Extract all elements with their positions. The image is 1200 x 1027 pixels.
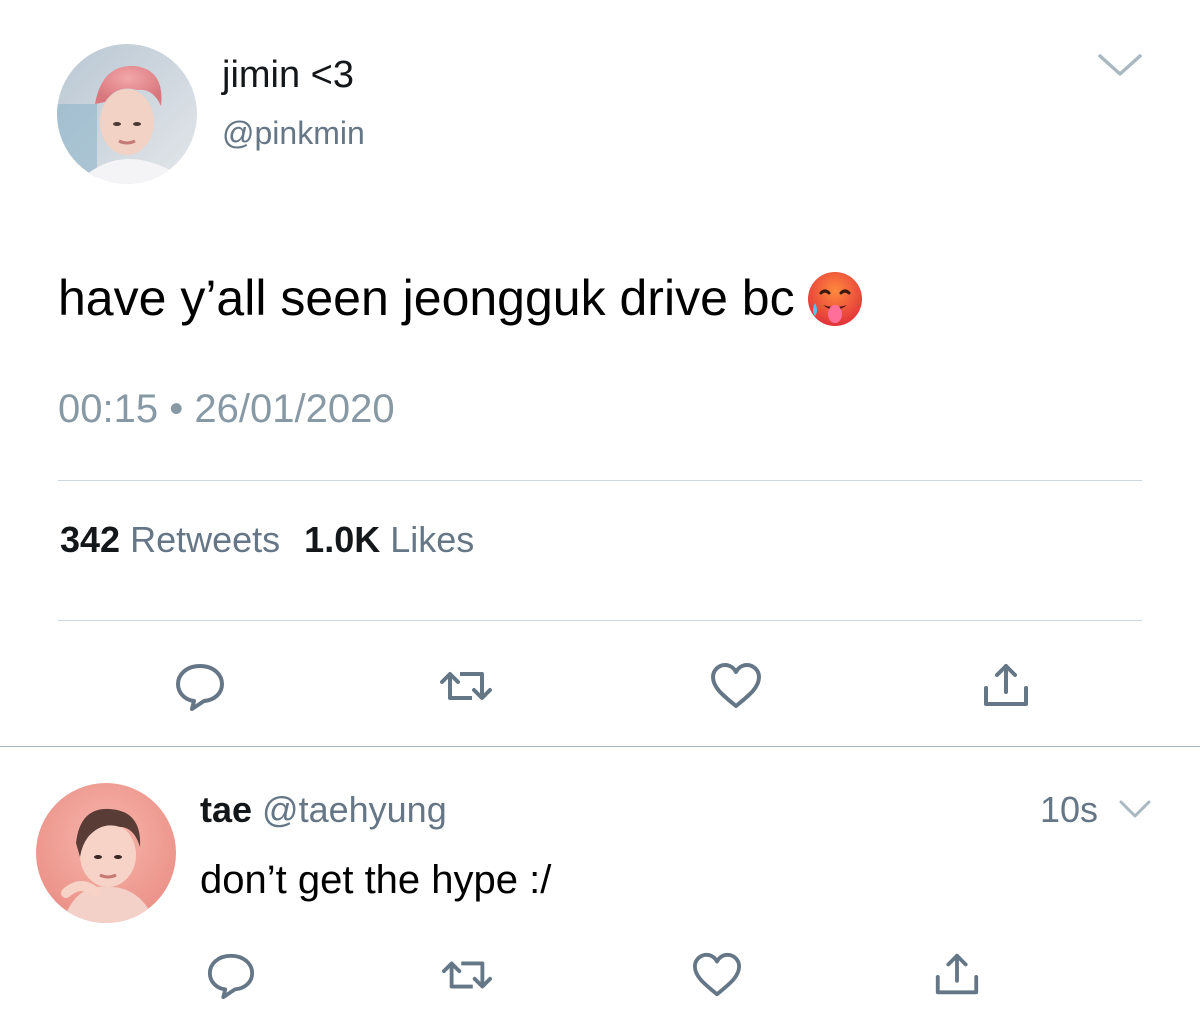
divider [0, 746, 1200, 747]
reply-handle[interactable]: @taehyung [262, 789, 447, 830]
reply-button[interactable] [204, 950, 258, 1000]
avatar-photo [36, 783, 176, 923]
reply-icon [207, 953, 255, 1000]
retweet-count: 342 [60, 519, 121, 560]
like-icon [692, 952, 742, 997]
user-handle[interactable]: @pinkmin [222, 113, 365, 153]
divider [58, 480, 1142, 481]
retweet-icon [440, 672, 492, 700]
reply-button[interactable] [172, 660, 228, 712]
chevron-down-icon[interactable] [1118, 798, 1152, 822]
likes-stat[interactable]: 1.0K Likes [304, 519, 498, 560]
tweet-text: have y’all seen jeongguk drive bc [58, 266, 865, 330]
retweet-icon [442, 961, 492, 989]
reply-display-name[interactable]: tae [200, 789, 252, 830]
tweet-timestamp[interactable]: 00:15 • 26/01/2020 [58, 386, 395, 432]
share-button[interactable] [978, 660, 1034, 712]
like-count: 1.0K [304, 519, 381, 560]
tweet-time: 00:15 [58, 387, 159, 431]
like-label: Likes [390, 519, 475, 560]
like-icon [711, 663, 761, 708]
reply-timestamp[interactable]: 10s [1040, 788, 1098, 832]
share-icon [935, 953, 979, 995]
reply-icon [176, 664, 224, 711]
avatar[interactable] [57, 44, 197, 184]
timestamp-separator: • [169, 387, 184, 431]
share-button[interactable] [930, 950, 984, 1000]
like-button[interactable] [708, 660, 764, 712]
retweet-label: Retweets [130, 519, 281, 560]
reply-avatar[interactable] [36, 783, 176, 923]
retweets-stat[interactable]: 342 Retweets [60, 519, 304, 560]
share-icon [984, 664, 1028, 706]
divider [58, 620, 1142, 621]
like-button[interactable] [690, 950, 744, 1000]
tweet-stats: 342 Retweets 1.0K Likes [60, 518, 498, 562]
tweet-text-content: have y’all seen jeongguk drive bc [58, 270, 795, 326]
reply-header[interactable]: tae @taehyung [200, 788, 447, 832]
tweet-date: 26/01/2020 [194, 387, 395, 431]
retweet-button[interactable] [438, 660, 494, 712]
avatar-photo [57, 44, 197, 184]
reply-text: don’t get the hype :/ [200, 858, 552, 902]
display-name[interactable]: jimin <3 [222, 52, 354, 98]
retweet-button[interactable] [440, 950, 494, 1000]
chevron-down-icon[interactable] [1096, 50, 1144, 82]
hot-face-emoji-icon [805, 269, 865, 329]
